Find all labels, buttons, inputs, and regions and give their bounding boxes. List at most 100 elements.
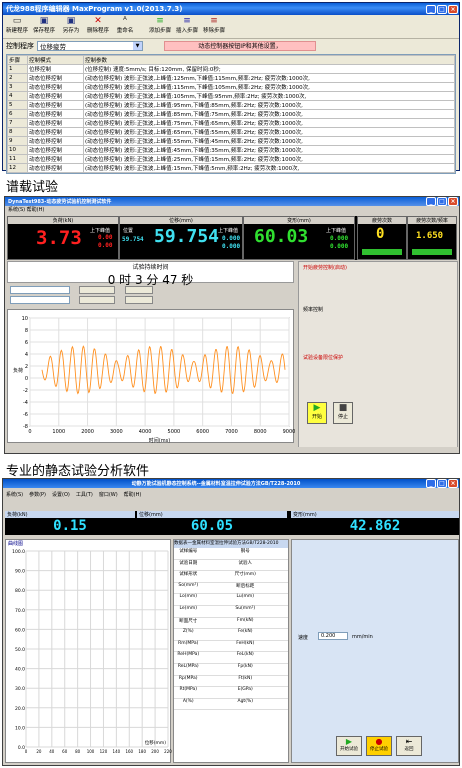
table-row[interactable]: 10 动态位移控制 (动态位移控制) 波形:正弦波,上峰值:45mm,下峰值:35m… [7,145,455,155]
static-titlebar: 动静万能试验机静态控制系统--金属材料室温拉伸试验方法GB/T228-2010 … [3,479,459,488]
minimize-button[interactable]: _ [426,479,436,488]
x-tick-label: 220 [164,749,172,754]
table-row[interactable]: 7 动态位移控制 (动态位移控制) 波形:正弦波,上峰值:75mm,下峰值:65mm… [7,118,455,128]
save-program-button[interactable]: ▣ 保存程序 [32,16,56,34]
maximize-button[interactable]: □ [437,197,447,206]
results-table: 数据表一金属材料室温拉伸试验方法GB/T228-2010 试样编号 钢号 试验日期试… [173,539,289,763]
table-row[interactable]: 1 位移控制 (位移控制) 速度:5mm/s; 目标:120mm, 保留时间:0秒; [7,64,455,74]
speed-input[interactable]: 0.200 [318,632,348,640]
dynatest-window: DynaTest983-动态疲劳试验机控制测试软件 _ □ × 系统(S) 帮助… [4,196,460,454]
static-def-panel: 变形(mm) 42.862 [291,511,459,535]
dynatest-menubar[interactable]: 系统(S) 帮助(H) [5,206,459,213]
menu-settings[interactable]: 设置(O) [52,491,70,498]
table-cell [203,664,232,675]
insert-step-icon: ≡ [183,16,191,26]
table-cell: Fm(kN) [237,617,254,623]
return-button[interactable]: ⇤ 返回 [396,736,422,756]
deformation-panel: 变形(mm) 60.03 上下峰值 0.000 0.000 [243,216,355,260]
steps-table: 步骤 控制模式 控制参数 1 位移控制 (位移控制) 速度:5mm/s; 目标:12… [6,54,456,174]
chevron-down-icon: ▼ [133,42,142,50]
clear-curve-button[interactable] [79,286,115,294]
static-disp-panel: 位移(mm) 60.05 [137,511,287,535]
delete-icon: ✕ [94,16,102,26]
close-button[interactable]: × [448,197,458,206]
deformation-peak-label: 上下峰值 [326,228,347,234]
close-button[interactable]: × [448,4,458,14]
settings-title: 频率控制 [303,307,324,313]
load-lower-peak: 0.00 [98,242,113,249]
rename-button[interactable]: ᴬ 重命名 [113,16,137,34]
stop-label: 停止 [337,414,348,420]
x-axis-label: 时间(ms) [149,437,170,444]
y-tick-label: 6 [25,340,28,346]
status-text: 开始疲劳控制(启动) [303,265,347,271]
table-row[interactable]: 6 动态位移控制 (动态位移控制) 波形:正弦波,上峰值:85mm,下峰值:75mm… [7,109,455,119]
remove-step-button[interactable]: ≡ 移除步骤 [202,16,226,34]
table-cell [260,652,289,663]
delete-program-label: 删除程序 [86,28,109,34]
zoom-button[interactable] [125,286,153,294]
menu-params[interactable]: 参数(P) [29,491,46,498]
add-step-button[interactable]: ≡ 添加步骤 [148,16,172,34]
step-number: 9 [7,136,28,146]
stop-button[interactable]: ■ 停止 [333,402,353,424]
table-cell [260,687,289,698]
table-row[interactable]: 8 动态位移控制 (动态位移控制) 波形:正弦波,上峰值:65mm,下峰值:55mm… [7,127,455,137]
menu-system[interactable]: 系统(S) [6,491,23,498]
delete-program-button[interactable]: ✕ 删除程序 [86,16,110,34]
test-duration-panel: 试验持续时间 0 时 3 分 47 秒 [7,261,294,287]
editor-title: 代龙988程序编辑器 MaxProgram v1.0(2013.7.3) [6,5,183,13]
table-row[interactable]: 2 动态位移控制 (动态位移控制) 波形:正弦波,上峰值:125mm,下峰值:115… [7,73,455,83]
new-program-button[interactable]: ▭ 新建程序 [5,16,29,34]
frequency-value: 1.650 [416,231,444,241]
table-row[interactable]: 3 动态位移控制 (动态位移控制) 波形:正弦波,上峰值:115mm,下峰值:105… [7,82,455,92]
step-param: (动态位移控制) 波形:正弦波,上峰值:115mm,下峰值:105mm,频率:2… [83,82,455,92]
maximize-button[interactable]: □ [437,4,447,14]
dynatest-titlebar: DynaTest983-动态疲劳试验机控制测试软件 _ □ × [5,197,459,206]
menu-tools[interactable]: 工具(T) [76,491,93,498]
maximize-button[interactable]: □ [437,479,447,488]
menu-window[interactable]: 窗口(W) [99,491,118,498]
step-number: 5 [7,100,28,110]
static-load-panel: 负荷(kN) 0.15 [5,511,135,535]
program-select[interactable]: 位移疲劳 ▼ [37,41,143,51]
step-mode: 动态位移控制 [27,100,84,110]
toggle-curve-button[interactable] [79,296,115,304]
speed-label: 速度 [298,635,309,641]
step-param: (动态位移控制) 波形:正弦波,上峰值:65mm,下峰值:55mm,频率:2Hz… [83,127,455,137]
column-header-step: 步骤 [7,55,28,65]
minimize-button[interactable]: _ [426,197,436,206]
time-range-select[interactable] [10,296,70,304]
table-row[interactable]: 9 动态位移控制 (动态位移控制) 波形:正弦波,上峰值:55mm,下峰值:45mm… [7,136,455,146]
step-param: (动态位移控制) 波形:正弦波,上峰值:55mm,下峰值:45mm,频率:2Hz… [83,136,455,146]
menu-help[interactable]: 帮助(H) [124,491,142,498]
reset-button[interactable] [125,296,153,304]
table-row[interactable]: 12 动态位移控制 (动态位移控制) 波形:正弦波,上峰值:15mm,下峰值:5mm… [7,163,455,173]
static-menubar: 系统(S) 参数(P) 设置(O) 工具(T) 窗口(W) 帮助(H) [3,488,459,500]
play-icon: ▶ [313,403,321,413]
insert-step-label: 插入步骤 [175,28,198,34]
table-row[interactable]: 5 动态位移控制 (动态位移控制) 波形:正弦波,上峰值:95mm,下峰值:85mm… [7,100,455,110]
table-row[interactable]: 4 动态位移控制 (动态位移控制) 波形:正弦波,上峰值:105mm,下峰值:95m… [7,91,455,101]
save-as-button[interactable]: ▣ 另存为 [59,16,83,34]
x-axis-select[interactable] [10,286,70,294]
metrics-strip: 负荷(kN) 3.73 上下峰值 0.00 0.00 位移(mm) 位置 59.… [7,216,457,260]
x-tick-label: 40 [49,749,55,754]
table-cell: 钢号 [240,549,250,554]
step-mode: 动态位移控制 [27,109,84,119]
step-mode: 动态位移控制 [27,73,84,83]
stop-test-button[interactable]: ● 停止试验 [366,736,392,756]
stop-icon: ■ [338,403,348,413]
table-row: Lo(mm) Lu(mm) [174,594,288,606]
table-cell: ReH(MPa) [177,652,200,658]
step-param: (动态位移控制) 波形:正弦波,上峰值:125mm,下峰值:115mm,频率:2… [83,73,455,83]
start-test-button[interactable]: ▶ 开始试验 [336,736,362,756]
step-param: (动态位移控制) 波形:正弦波,上峰值:75mm,下峰值:65mm,频率:2Hz… [83,118,455,128]
minimize-button[interactable]: _ [426,4,436,14]
table-cell [203,606,232,617]
table-row[interactable]: 11 动态位移控制 (动态位移控制) 波形:正弦波,上峰值:25mm,下峰值:15m… [7,154,455,164]
insert-step-button[interactable]: ≡ 插入步骤 [175,16,199,34]
start-button[interactable]: ▶ 开始 [307,402,327,424]
close-button[interactable]: × [448,479,458,488]
table-row: A(%) Agt(%) [174,699,288,711]
